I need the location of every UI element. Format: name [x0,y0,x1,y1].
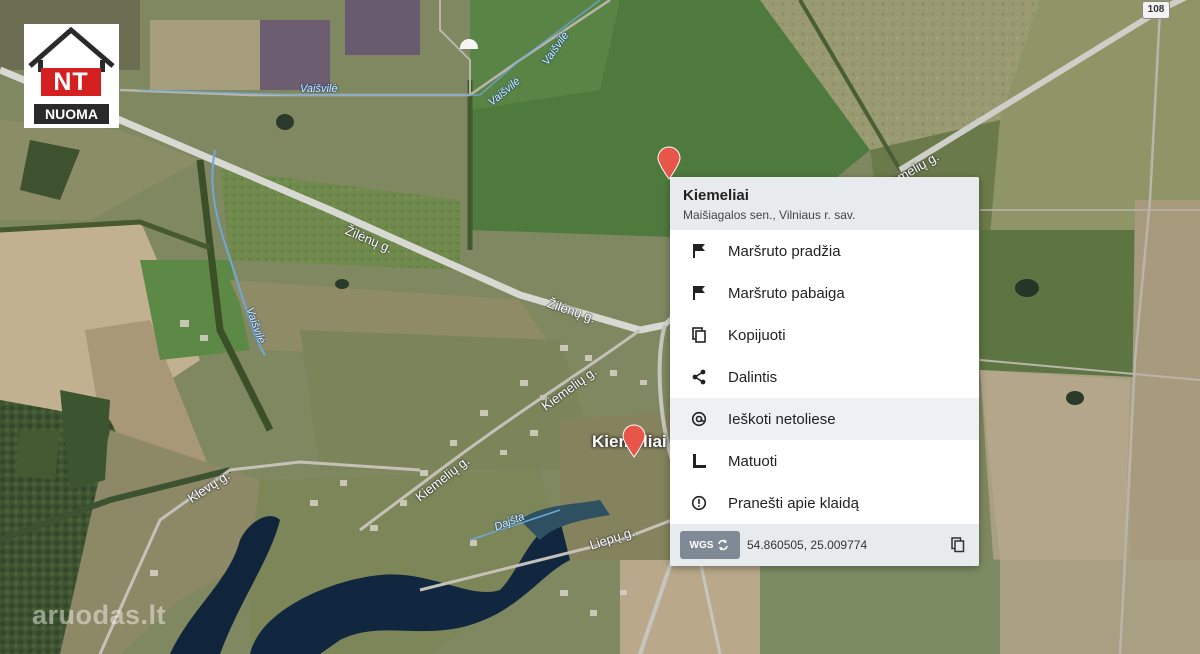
menu-item-measure[interactable]: Matuoti [670,440,979,482]
at-search-icon [689,409,709,429]
menu-item-label: Dalintis [728,368,778,386]
menu-item-search-nearby[interactable]: Ieškoti netoliese [670,398,979,440]
popup-header: Kiemeliai Maišiagalos sen., Vilniaus r. … [670,177,979,230]
menu-item-route-start[interactable]: Maršruto pradžia [670,230,979,272]
coordinates-text: 54.860505, 25.009774 [747,538,868,552]
ruler-icon [689,451,709,471]
menu-item-label: Kopijuoti [728,326,786,344]
menu-item-label: Maršruto pradžia [728,242,841,260]
popup-footer: WGS 54.860505, 25.009774 [670,524,979,566]
wgs-toggle-button[interactable]: WGS [680,531,740,559]
satellite-map[interactable] [0,0,1200,654]
menu-item-copy[interactable]: Kopijuoti [670,314,979,356]
error-icon [689,493,709,513]
context-menu-popup: Kiemeliai Maišiagalos sen., Vilniaus r. … [670,177,979,566]
popup-title: Kiemeliai [683,187,749,204]
copy-icon [689,325,709,345]
map-pin-marker[interactable] [656,146,682,180]
copy-coordinates-icon[interactable] [951,537,965,553]
flag-icon [689,241,709,261]
road-shield: 108 [1142,1,1170,19]
share-icon [689,367,709,387]
watermark: aruodas.lt [32,600,167,630]
logo-nt: NT [41,68,101,96]
menu-item-label: Matuoti [728,452,778,470]
menu-item-label: Maršruto pabaiga [728,284,845,302]
menu-item-route-end[interactable]: Maršruto pabaiga [670,272,979,314]
flag-icon [689,283,709,303]
house-roof-icon [28,26,115,72]
map-pin-marker[interactable] [621,424,647,458]
nt-nuoma-logo: NT NUOMA [24,24,119,128]
stream-label-vaisvile: Vaišvilė [300,83,338,95]
menu-item-report-error[interactable]: Pranešti apie klaidą [670,482,979,524]
logo-nuoma: NUOMA [34,104,109,124]
popup-subtitle: Maišiagalos sen., Vilniaus r. sav. [683,208,856,222]
menu-item-share[interactable]: Dalintis [670,356,979,398]
menu-item-label: Ieškoti netoliese [728,410,836,428]
wgs-label: WGS [689,539,714,551]
swap-arrows-icon [718,539,729,551]
menu-item-label: Pranešti apie klaidą [728,494,859,512]
